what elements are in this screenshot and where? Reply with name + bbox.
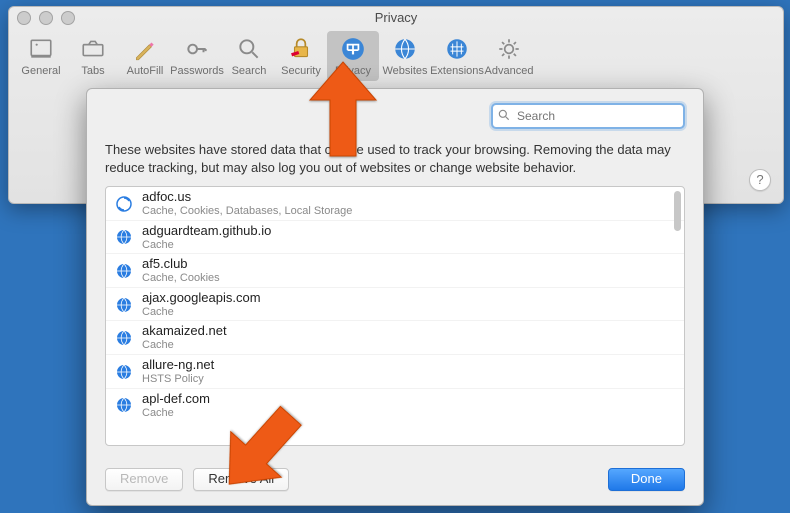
site-detail: Cache [142, 407, 210, 420]
tab-label: Tabs [81, 65, 104, 77]
remove-all-button[interactable]: Remove All [193, 468, 289, 491]
extensions-icon [443, 35, 471, 63]
websites-icon [391, 35, 419, 63]
tab-passwords[interactable]: Passwords [171, 31, 223, 81]
done-button[interactable]: Done [608, 468, 685, 491]
autofill-icon [131, 35, 159, 63]
security-icon [287, 35, 315, 63]
zoom-window-icon[interactable] [61, 11, 75, 25]
tab-label: AutoFill [127, 65, 164, 77]
site-domain: adfoc.us [142, 190, 352, 205]
site-favicon-icon [116, 196, 132, 212]
preferences-toolbar: General Tabs AutoFill Passwords Search [9, 29, 783, 81]
minimize-window-icon[interactable] [39, 11, 53, 25]
site-detail: Cache [142, 339, 227, 352]
list-item[interactable]: allure-ng.net HSTS Policy [106, 355, 684, 389]
site-detail: Cache [142, 239, 271, 252]
list-item[interactable]: adguardteam.github.io Cache [106, 221, 684, 255]
site-domain: akamaized.net [142, 324, 227, 339]
tab-websites[interactable]: Websites [379, 31, 431, 81]
globe-icon [116, 330, 132, 346]
site-detail: HSTS Policy [142, 373, 214, 386]
tab-autofill[interactable]: AutoFill [119, 31, 171, 81]
search-input[interactable] [491, 103, 685, 129]
list-item[interactable]: af5.club Cache, Cookies [106, 254, 684, 288]
globe-icon [116, 297, 132, 313]
general-icon [27, 35, 55, 63]
site-domain: ajax.googleapis.com [142, 291, 261, 306]
tab-label: Search [232, 65, 267, 77]
website-list[interactable]: adfoc.us Cache, Cookies, Databases, Loca… [105, 186, 685, 446]
sheet-description: These websites have stored data that can… [105, 141, 685, 176]
globe-icon [116, 229, 132, 245]
search-icon [497, 108, 511, 122]
tab-label: Websites [382, 65, 427, 77]
site-domain: adguardteam.github.io [142, 224, 271, 239]
tab-general[interactable]: General [15, 31, 67, 81]
site-detail: Cache [142, 306, 261, 319]
site-detail: Cache, Cookies, Databases, Local Storage [142, 205, 352, 218]
tab-search[interactable]: Search [223, 31, 275, 81]
site-domain: af5.club [142, 257, 220, 272]
globe-icon [116, 364, 132, 380]
list-item[interactable]: akamaized.net Cache [106, 321, 684, 355]
tab-label: Advanced [485, 65, 534, 77]
site-domain: allure-ng.net [142, 358, 214, 373]
list-item[interactable]: apl-def.com Cache [106, 389, 684, 422]
tab-label: Extensions [430, 65, 484, 77]
website-data-sheet: These websites have stored data that can… [86, 88, 704, 506]
tab-label: Passwords [170, 65, 224, 77]
site-detail: Cache, Cookies [142, 272, 220, 285]
help-button[interactable]: ? [749, 169, 771, 191]
globe-icon [116, 263, 132, 279]
tabs-icon [79, 35, 107, 63]
tab-label: Security [281, 65, 321, 77]
tab-extensions[interactable]: Extensions [431, 31, 483, 81]
tab-advanced[interactable]: Advanced [483, 31, 535, 81]
close-window-icon[interactable] [17, 11, 31, 25]
advanced-icon [495, 35, 523, 63]
titlebar: Privacy [9, 7, 783, 29]
remove-button[interactable]: Remove [105, 468, 183, 491]
search-icon [235, 35, 263, 63]
tab-label: Privacy [335, 65, 371, 77]
list-item[interactable]: adfoc.us Cache, Cookies, Databases, Loca… [106, 187, 684, 221]
passwords-icon [183, 35, 211, 63]
tab-label: General [21, 65, 60, 77]
globe-icon [116, 397, 132, 413]
tab-security[interactable]: Security [275, 31, 327, 81]
tab-privacy[interactable]: Privacy [327, 31, 379, 81]
sheet-button-row: Remove Remove All Done [105, 468, 685, 491]
privacy-icon [339, 35, 367, 63]
scrollbar-thumb[interactable] [674, 191, 681, 231]
tab-tabs[interactable]: Tabs [67, 31, 119, 81]
window-controls[interactable] [17, 11, 75, 25]
search-field-wrap [491, 103, 685, 129]
site-domain: apl-def.com [142, 392, 210, 407]
window-title: Privacy [375, 10, 418, 25]
list-item[interactable]: ajax.googleapis.com Cache [106, 288, 684, 322]
